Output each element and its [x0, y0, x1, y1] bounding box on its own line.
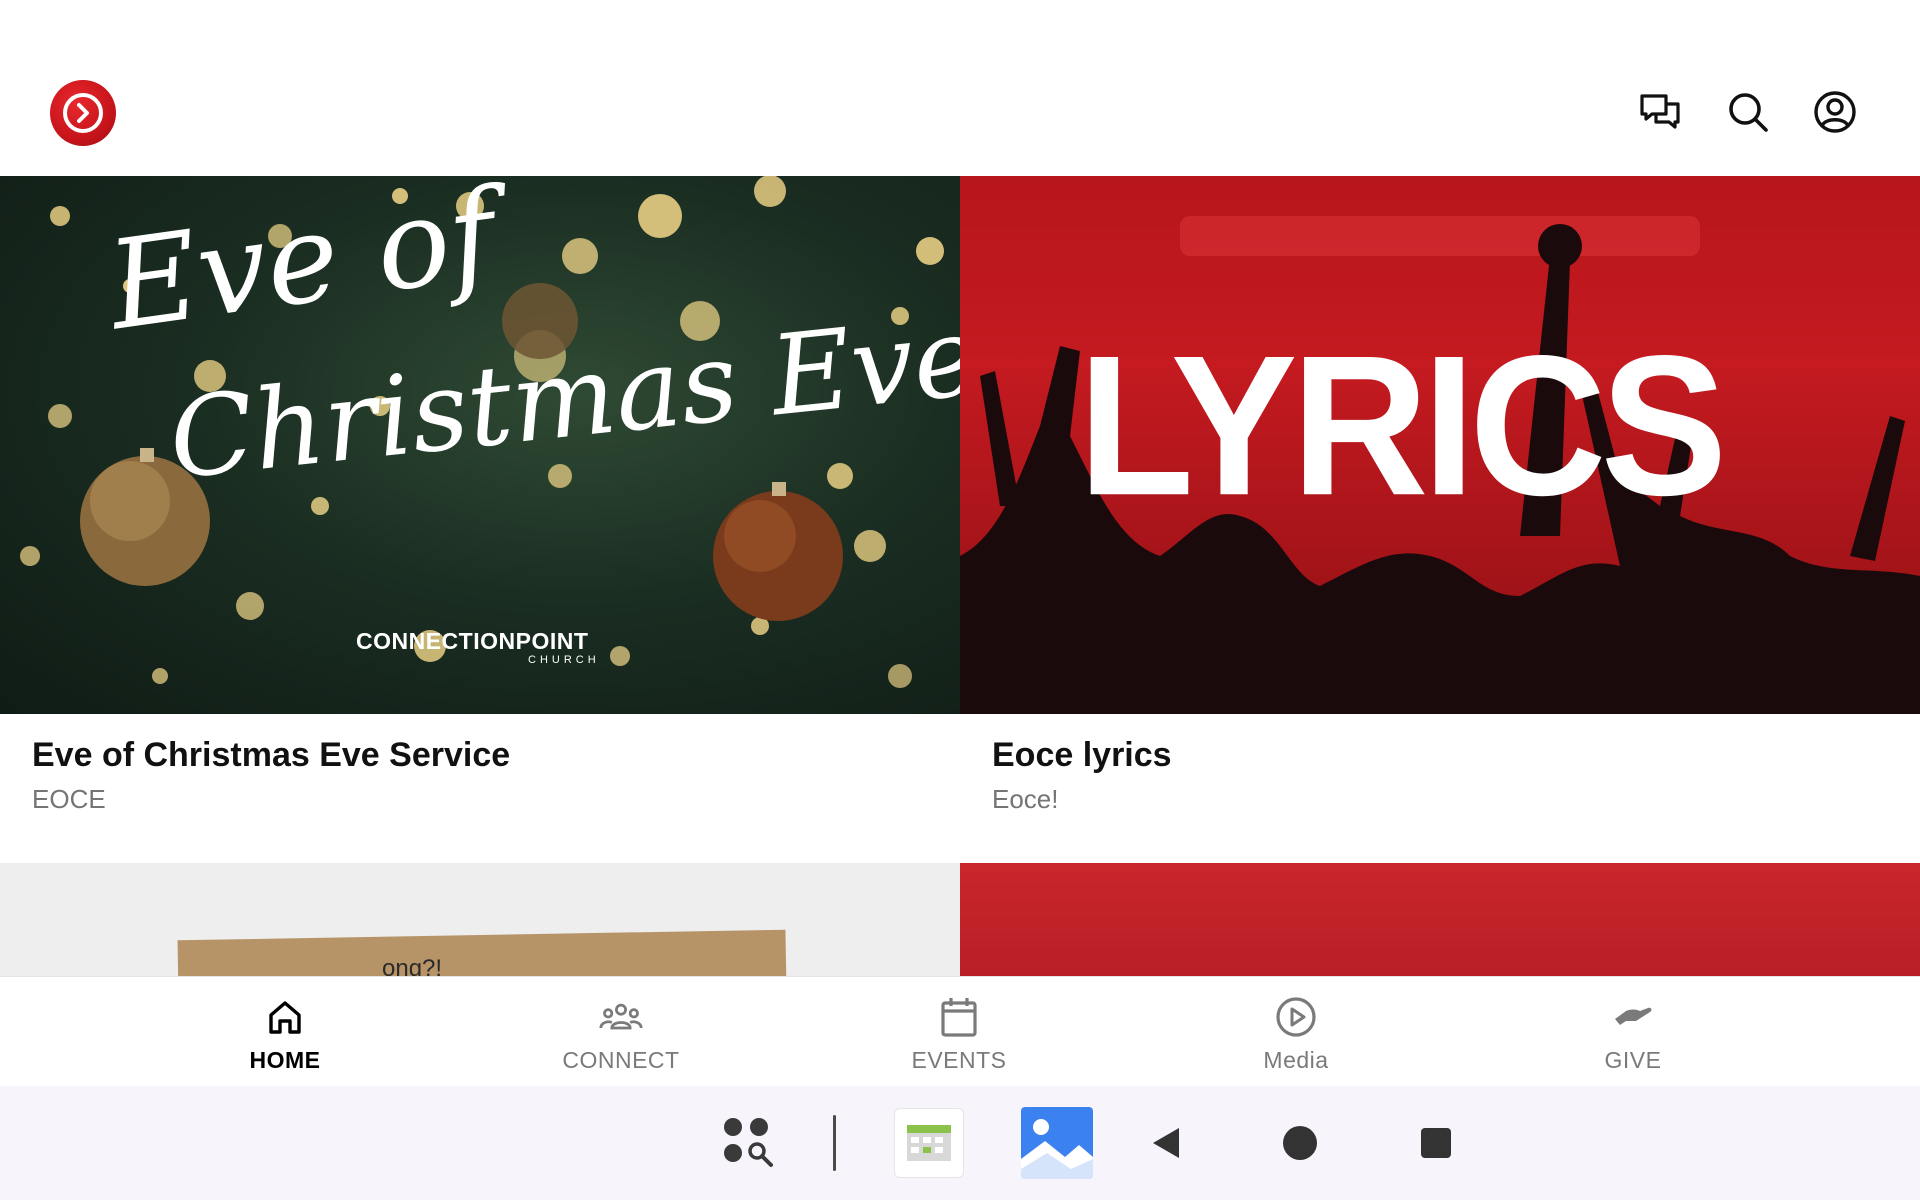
card-image: Eve of Christmas Eve CONNECTIONPOINT CHU…: [0, 176, 960, 714]
nav-label: CONNECT: [562, 1047, 680, 1073]
nav-give[interactable]: GIVE: [1533, 977, 1733, 1087]
divider: [830, 1086, 838, 1200]
nav-media[interactable]: Media: [1196, 977, 1396, 1087]
back-icon[interactable]: [1144, 1086, 1188, 1200]
church-brand-text: CONNECTIONPOINT: [356, 628, 589, 654]
app-drawer-search-icon[interactable]: [718, 1086, 780, 1200]
nav-home[interactable]: HOME: [185, 977, 385, 1087]
card-image: LYRICS: [960, 176, 1920, 714]
card-image: [177, 929, 787, 976]
nav-connect[interactable]: CONNECT: [521, 977, 721, 1087]
app-screen: Eve of Christmas Eve CONNECTIONPOINT CHU…: [0, 0, 1920, 1200]
account-icon[interactable]: [1813, 90, 1857, 134]
home-circle-icon[interactable]: [1280, 1086, 1320, 1200]
play-circle-icon: [1274, 995, 1318, 1039]
lyrics-headline: LYRICS: [1078, 314, 1727, 538]
nav-events[interactable]: EVENTS: [859, 977, 1059, 1087]
church-brand-subtext: CHURCH: [528, 654, 600, 666]
card-image-text: ong?!: [382, 955, 443, 976]
top-app-bar: [0, 0, 1920, 176]
calendar-app-icon[interactable]: [892, 1086, 966, 1200]
people-icon: [599, 995, 643, 1039]
bottom-navigation: HOME CONNECT EVENTS Media GIVE: [0, 976, 1920, 1086]
church-logo-chevron-icon[interactable]: [50, 80, 116, 146]
nav-label: GIVE: [1604, 1047, 1662, 1073]
card-partial-left[interactable]: ong?!: [0, 863, 960, 976]
calendar-icon: [937, 995, 981, 1039]
nav-label: HOME: [249, 1047, 321, 1073]
search-icon[interactable]: [1726, 90, 1770, 134]
card-image: [960, 863, 1920, 976]
card-partial-right[interactable]: [960, 863, 1920, 976]
nav-label: Media: [1263, 1047, 1329, 1073]
home-icon: [263, 995, 307, 1039]
card-subtitle: Eoce!: [992, 784, 1059, 814]
card-title: Eoce lyrics: [992, 736, 1172, 774]
card-title: Eve of Christmas Eve Service: [32, 736, 511, 774]
chat-icon[interactable]: [1638, 90, 1682, 134]
give-hand-icon: [1611, 995, 1655, 1039]
system-navigation-bar: [0, 1086, 1920, 1200]
card-subtitle: EOCE: [32, 784, 106, 814]
nav-label: EVENTS: [911, 1047, 1007, 1073]
recents-square-icon[interactable]: [1418, 1086, 1454, 1200]
gallery-app-icon[interactable]: [1020, 1086, 1094, 1200]
